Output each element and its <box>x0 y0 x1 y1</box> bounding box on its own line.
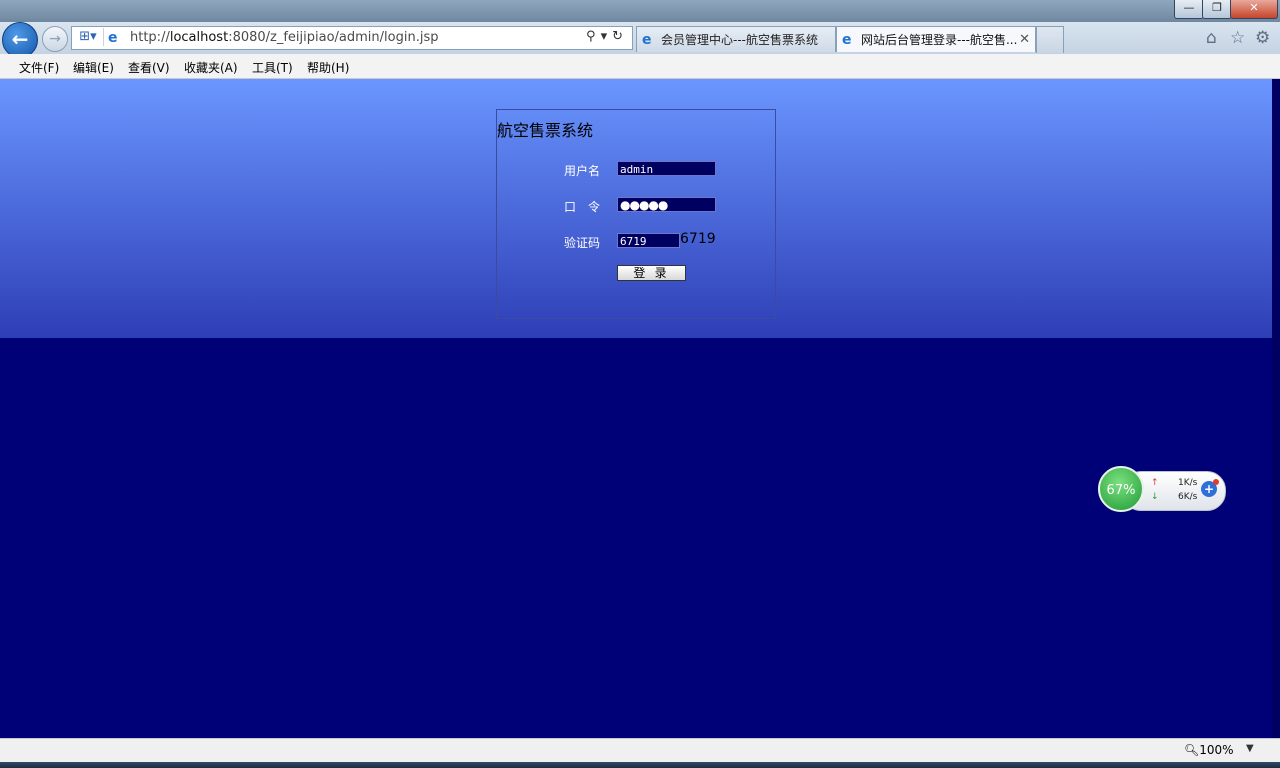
new-tab-button[interactable] <box>1036 26 1064 53</box>
dropdown-icon[interactable]: ▾ <box>601 29 613 44</box>
address-tools: ⚲▾↻ <box>586 29 628 44</box>
restore-button[interactable]: ❐ <box>1202 0 1232 19</box>
upload-arrow-icon: ↑ <box>1151 478 1159 488</box>
window-titlebar: — ❐ ✕ <box>0 0 1280 22</box>
zoom-dropdown-icon[interactable]: ▼ <box>1246 743 1254 754</box>
network-speed-widget[interactable]: 67% ↑ 1K/s ↓ 6K/s + <box>1098 466 1228 514</box>
forward-button[interactable]: → <box>42 26 68 52</box>
menu-view[interactable]: 查看(V) <box>128 59 170 76</box>
taskbar <box>0 762 1280 768</box>
ie-page-icon: e <box>842 32 852 48</box>
captcha-code: 6719 <box>680 231 716 247</box>
star-icon[interactable]: ☆ <box>1230 28 1245 48</box>
back-arrow-icon: ← <box>11 27 29 51</box>
download-speed: 6K/s <box>1178 492 1198 502</box>
zoom-value: 100% <box>1199 743 1234 757</box>
minimize-button[interactable]: — <box>1174 0 1204 19</box>
menu-favorites[interactable]: 收藏夹(A) <box>184 59 238 76</box>
zoom-icon: 🔍︎ <box>1184 743 1200 757</box>
url-prefix: http:// <box>130 30 170 45</box>
login-title: 航空售票系统 <box>497 121 594 140</box>
memory-usage-indicator[interactable]: 67% <box>1098 466 1144 512</box>
search-icon[interactable]: ⚲ <box>586 29 601 44</box>
username-input[interactable]: admin <box>617 161 716 176</box>
password-input[interactable]: ●●●●● <box>617 197 716 212</box>
login-button[interactable]: 登 录 <box>617 265 686 281</box>
ie-page-icon: e <box>108 30 118 46</box>
menu-edit[interactable]: 编辑(E) <box>73 59 114 76</box>
password-label: 口 令 <box>564 200 601 214</box>
status-bar: 🔍︎100% ▼ <box>0 738 1280 763</box>
login-form: 航空售票系统 用户名 admin 口 令 ●●●●● 验证码 6719 6719… <box>496 109 776 319</box>
close-window-button[interactable]: ✕ <box>1230 0 1278 19</box>
address-bar[interactable]: ⊞▾ e http://localhost:8080/z_feijipiao/a… <box>71 26 633 50</box>
notification-dot-icon <box>1213 479 1219 485</box>
home-icon[interactable]: ⌂ <box>1206 28 1217 48</box>
menu-file[interactable]: 文件(F) <box>19 59 59 76</box>
zoom-level[interactable]: 🔍︎100% <box>1184 743 1234 757</box>
tab-label: 网站后台管理登录---航空售... <box>861 33 1018 47</box>
captcha-input[interactable]: 6719 <box>617 233 680 248</box>
tab-admin-login[interactable]: e 网站后台管理登录---航空售... ✕ <box>836 26 1036 52</box>
upload-speed: 1K/s <box>1178 478 1198 488</box>
vertical-scrollbar[interactable] <box>1272 79 1280 738</box>
username-label: 用户名 <box>564 164 601 178</box>
menu-tools[interactable]: 工具(T) <box>252 59 293 76</box>
navigation-bar: ← → ⊞▾ e http://localhost:8080/z_feijipi… <box>0 22 1280 58</box>
menu-help[interactable]: 帮助(H) <box>307 59 349 76</box>
download-arrow-icon: ↓ <box>1151 492 1159 502</box>
gear-icon[interactable]: ⚙ <box>1255 28 1270 48</box>
ie-page-icon: e <box>642 32 652 48</box>
address-url[interactable]: http://localhost:8080/z_feijipiao/admin/… <box>130 30 438 45</box>
compatibility-view-button[interactable]: ⊞▾ <box>73 28 104 46</box>
tab-label: 会员管理中心---航空售票系统 <box>661 33 818 47</box>
tab-member-center[interactable]: e 会员管理中心---航空售票系统 <box>636 26 836 52</box>
forward-arrow-icon: → <box>49 31 61 47</box>
url-host: localhost <box>169 30 229 45</box>
menu-bar: 文件(F) 编辑(E) 查看(V) 收藏夹(A) 工具(T) 帮助(H) <box>0 54 1280 79</box>
refresh-icon[interactable]: ↻ <box>612 29 628 44</box>
url-path: :8080/z_feijipiao/admin/login.jsp <box>228 30 439 45</box>
close-tab-icon[interactable]: ✕ <box>1019 27 1030 52</box>
page-content: 航空售票系统 用户名 admin 口 令 ●●●●● 验证码 6719 6719… <box>0 79 1272 738</box>
captcha-label: 验证码 <box>564 236 601 250</box>
back-button[interactable]: ← <box>2 22 38 58</box>
